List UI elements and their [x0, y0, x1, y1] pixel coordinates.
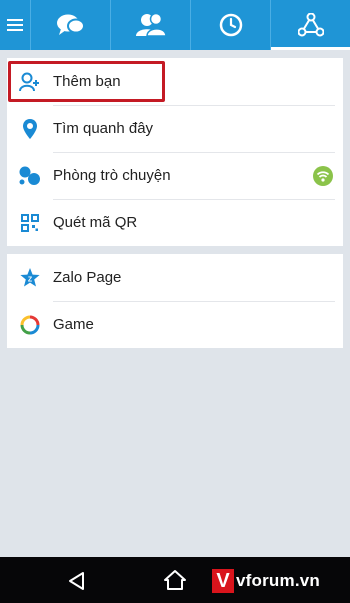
system-nav-bar: V vforum.vn	[0, 557, 350, 603]
wifi-signal-icon	[313, 165, 333, 186]
menu-item-label: Game	[53, 316, 94, 333]
home-icon[interactable]	[163, 569, 187, 591]
menu-item-zalo-page[interactable]: Z Zalo Page	[7, 254, 343, 301]
watermark-v-mark: V	[212, 569, 234, 593]
hamburger-menu-icon	[7, 19, 23, 31]
watermark-text: vforum.vn	[236, 571, 320, 590]
tab-contacts[interactable]	[110, 0, 190, 50]
menu-item-find-nearby[interactable]: Tìm quanh đây	[7, 105, 343, 152]
tab-timeline[interactable]	[190, 0, 270, 50]
share-network-icon	[297, 13, 324, 37]
menu-group-contacts: Thêm bạn Tìm quanh đây Phòng trò chuyện	[7, 58, 343, 246]
clock-icon	[219, 13, 242, 37]
tab-messages[interactable]	[30, 0, 110, 50]
menu-item-add-friend[interactable]: Thêm bạn	[7, 58, 343, 105]
menu-item-game[interactable]: Game	[7, 301, 343, 348]
chat-room-icon	[19, 166, 40, 185]
menu-item-label: Thêm bạn	[53, 73, 121, 90]
svg-text:Z: Z	[28, 276, 33, 283]
menu-group-extras: Z Zalo Page Game	[7, 254, 343, 348]
menu-item-label: Phòng trò chuyện	[53, 167, 171, 184]
menu-item-chat-room[interactable]: Phòng trò chuyện	[7, 152, 343, 199]
game-icon	[20, 315, 40, 334]
tab-more[interactable]	[270, 0, 350, 50]
qr-code-icon	[21, 213, 39, 232]
menu-item-scan-qr[interactable]: Quét mã QR	[7, 199, 343, 246]
menu-item-label: Tìm quanh đây	[53, 120, 154, 137]
top-tab-bar	[0, 0, 350, 50]
contacts-icon	[135, 13, 167, 37]
chat-bubbles-icon	[56, 14, 85, 35]
location-pin-icon	[23, 118, 37, 139]
hamburger-menu-button[interactable]	[0, 0, 30, 50]
add-friend-icon	[19, 72, 39, 91]
menu-item-label: Zalo Page	[53, 269, 122, 286]
zalo-page-star-icon: Z	[20, 267, 40, 286]
menu-item-label: Quét mã QR	[53, 214, 138, 231]
watermark-logo: V vforum.vn	[212, 568, 320, 594]
tab-list	[30, 0, 350, 50]
back-icon[interactable]	[66, 570, 88, 592]
